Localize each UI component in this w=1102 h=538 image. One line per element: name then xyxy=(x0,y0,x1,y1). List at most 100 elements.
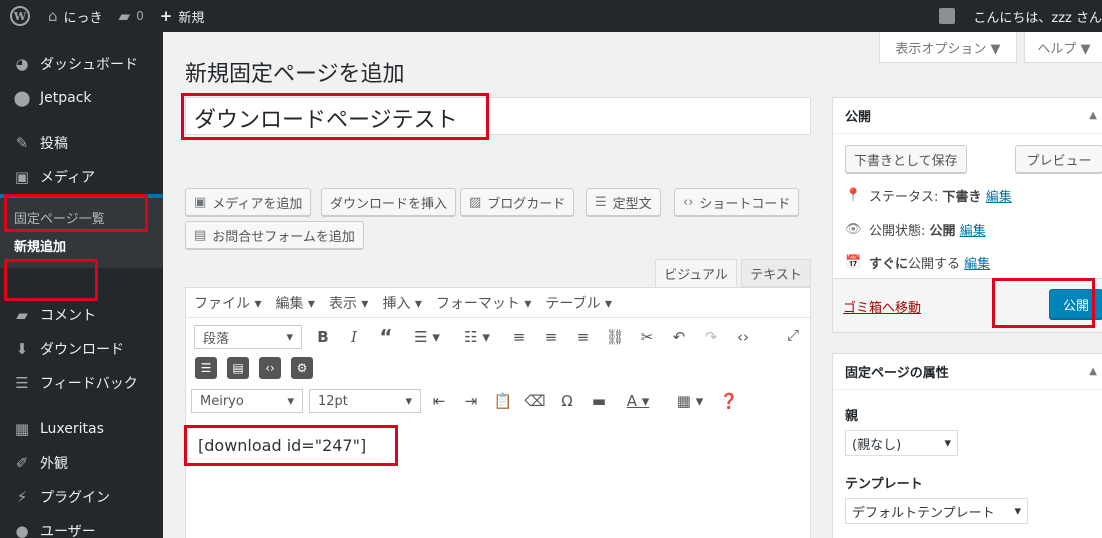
template-icon[interactable]: ☰ xyxy=(195,357,217,379)
form-icon[interactable]: ▤ xyxy=(227,357,249,379)
calendar-icon: 📅 xyxy=(845,255,862,270)
media-icon: ▣ xyxy=(14,168,30,186)
site-name-link[interactable]: ⌂ にっき xyxy=(40,0,111,32)
contact-form-button[interactable]: ▤ お問合せフォームを追加 xyxy=(185,221,364,249)
appearance-icon: ✐ xyxy=(15,454,29,472)
edit-schedule-link[interactable]: 編集 xyxy=(964,253,990,272)
menu-insert[interactable]: 挿入 ▾ xyxy=(382,293,421,313)
numbered-list-icon[interactable]: ☷ ▾ xyxy=(458,324,496,350)
screen-options-button[interactable]: 表示オプション ▼ xyxy=(879,32,1017,63)
sidebar-item-7[interactable]: ☰ フィードバック xyxy=(0,366,163,400)
menu-view[interactable]: 表示 ▾ xyxy=(329,293,368,313)
image-icon: ▨ xyxy=(469,194,482,210)
status-value: 下書き xyxy=(942,190,982,205)
format-select[interactable]: 段落 ▾ xyxy=(194,325,302,349)
edit-visibility-link[interactable]: 編集 xyxy=(960,220,986,239)
publish-box: 公開 ▲ 下書きとして保存 プレビュー 📍 ステータス: 下書き 編集 👁 公開状… xyxy=(832,97,1102,333)
submenu-add-new[interactable]: 新規追加 xyxy=(14,236,66,255)
template-select[interactable]: デフォルトテンプレート ▾ xyxy=(845,498,1028,524)
comment-icon: ▰ xyxy=(16,306,28,324)
align-left-icon[interactable]: ≡ xyxy=(506,324,532,350)
editor-content[interactable]: [download id="247"] xyxy=(198,436,366,455)
chevron-down-icon: ▾ xyxy=(405,393,412,409)
sidebar-item-3[interactable]: ▣ メディア xyxy=(0,160,163,194)
greeting: こんにちは、zzz さん xyxy=(973,10,1102,26)
hr-icon[interactable]: ▬ xyxy=(586,388,612,414)
new-content-link[interactable]: + 新規 xyxy=(152,0,213,32)
eraser-icon[interactable]: ⌫ xyxy=(522,388,548,414)
tab-text[interactable]: テキスト xyxy=(741,259,811,287)
my-account[interactable]: こんにちは、zzz さん xyxy=(931,0,1102,32)
settings-gear-icon[interactable]: ⚙ xyxy=(291,357,313,379)
sidebar-item-5[interactable]: ▰ コメント xyxy=(0,298,163,332)
bold-icon[interactable]: B xyxy=(310,324,336,350)
outdent-icon[interactable]: ⇤ xyxy=(426,388,452,414)
help-button[interactable]: ヘルプ ▼ xyxy=(1024,32,1102,63)
link-icon[interactable]: ⛓ xyxy=(602,324,628,350)
blog-card-button[interactable]: ▨ ブログカード xyxy=(460,188,575,216)
user-icon: ● xyxy=(15,522,29,538)
sidebar-item-11[interactable]: ● ユーザー xyxy=(0,514,163,538)
status-label: ステータス: xyxy=(869,190,939,205)
undo-icon[interactable]: ↶ xyxy=(666,324,692,350)
menu-edit[interactable]: 編集 ▾ xyxy=(275,293,314,313)
publish-button[interactable]: 公開 xyxy=(1049,289,1102,319)
bullet-list-icon[interactable]: ☰ ▾ xyxy=(408,324,446,350)
shortcode-button[interactable]: ‹› ショートコード xyxy=(674,188,800,216)
attributes-box-header[interactable]: 固定ページの属性 ▲ xyxy=(833,354,1102,390)
indent-icon[interactable]: ⇥ xyxy=(458,388,484,414)
menu-format[interactable]: フォーマット ▾ xyxy=(436,293,531,313)
sidebar-item-10[interactable]: ⚡ プラグイン xyxy=(0,480,163,514)
font-size-select[interactable]: 12pt ▾ xyxy=(309,389,421,413)
table-icon[interactable]: ▦ ▾ xyxy=(670,388,710,414)
comments-link[interactable]: ▰ 0 xyxy=(111,0,152,32)
sidebar-item-2[interactable]: ✎ 投稿 xyxy=(0,126,163,160)
parent-value: (親なし) xyxy=(852,437,902,453)
font-family-select[interactable]: Meiryo ▾ xyxy=(191,389,303,413)
collapse-arrow-icon[interactable]: ▲ xyxy=(1089,366,1097,377)
align-center-icon[interactable]: ≡ xyxy=(538,324,564,350)
submenu-all-pages[interactable]: 固定ページ一覧 xyxy=(14,208,105,227)
toolbar-row-2: ☰ ▤ ‹› ⚙ xyxy=(186,352,810,386)
sidebar-item-1[interactable]: ⬤ Jetpack xyxy=(0,81,163,115)
code-icon[interactable]: ‹› xyxy=(730,324,756,350)
edit-status-link[interactable]: 編集 xyxy=(986,186,1012,205)
paste-icon[interactable]: 📋 xyxy=(490,388,516,414)
unlink-icon[interactable]: ✂ xyxy=(634,324,660,350)
collapse-arrow-icon[interactable]: ▲ xyxy=(1089,110,1097,121)
help-circle-icon[interactable]: ❓ xyxy=(716,388,742,414)
sidebar-item-0[interactable]: ◕ ダッシュボード xyxy=(0,47,163,81)
attributes-box-title: 固定ページの属性 xyxy=(845,366,949,381)
menu-table[interactable]: テーブル ▾ xyxy=(545,293,612,313)
sidebar-item-8[interactable]: ▦ Luxeritas xyxy=(0,412,163,446)
shortcode-icon[interactable]: ‹› xyxy=(259,357,281,379)
blockquote-icon[interactable]: “ xyxy=(373,324,399,350)
site-name: にっき xyxy=(63,10,103,26)
sidebar-item-6[interactable]: ⬇ ダウンロード xyxy=(0,332,163,366)
publish-box-header[interactable]: 公開 ▲ xyxy=(833,98,1102,134)
toolbar-row-1: 段落 ▾ B I “ ☰ ▾ ☷ ▾ ≡ ≡ ≡ ⛓ ✂ ↶ ↷ ‹› ⤢ xyxy=(186,322,810,356)
save-draft-button[interactable]: 下書きとして保存 xyxy=(845,145,967,173)
admin-bar: W ⌂ にっき ▰ 0 + 新規 こんにちは、zzz さん xyxy=(0,0,1102,32)
template-text-button[interactable]: ☰ 定型文 xyxy=(586,188,661,216)
pages-submenu: 固定ページ一覧 新規追加 xyxy=(0,198,163,268)
wp-logo-menu[interactable]: W xyxy=(0,0,40,32)
align-right-icon[interactable]: ≡ xyxy=(570,324,596,350)
menu-file[interactable]: ファイル ▾ xyxy=(194,293,261,313)
pin-icon: ✎ xyxy=(15,134,29,152)
post-title-input[interactable]: ダウンロードページテスト xyxy=(185,97,811,135)
fullscreen-icon[interactable]: ⤢ xyxy=(780,322,806,348)
page-title: 新規固定ページを追加 xyxy=(185,62,405,87)
redo-icon[interactable]: ↷ xyxy=(698,324,724,350)
text-color-icon[interactable]: A ▾ xyxy=(618,388,658,414)
tab-visual[interactable]: ビジュアル xyxy=(655,259,737,287)
move-to-trash-link[interactable]: ゴミ箱へ移動 xyxy=(843,297,921,316)
insert-download-button[interactable]: ダウンロードを挿入 xyxy=(321,188,457,216)
preview-button[interactable]: プレビュー xyxy=(1015,145,1102,173)
sidebar-item-9[interactable]: ✐ 外観 xyxy=(0,446,163,480)
italic-icon[interactable]: I xyxy=(341,324,367,350)
parent-select[interactable]: (親なし) ▾ xyxy=(845,430,958,456)
add-media-button[interactable]: ▣ メディアを追加 xyxy=(185,188,312,216)
sidebar-item-label: 投稿 xyxy=(40,136,68,152)
omega-icon[interactable]: Ω xyxy=(554,388,580,414)
